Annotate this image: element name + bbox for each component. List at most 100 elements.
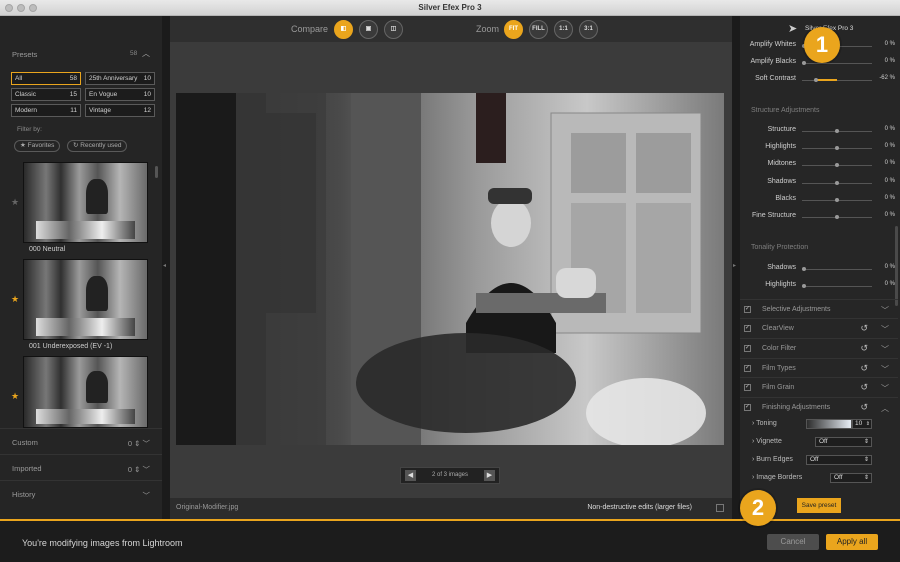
toning-value-field[interactable]: 10 ⇕ (852, 419, 872, 429)
blacks-slider[interactable]: Blacks 0 % (740, 193, 900, 207)
favorite-star-icon[interactable]: ★ (11, 391, 19, 402)
structure-header: Structure Adjustments (751, 107, 820, 114)
tonality-shadows-slider[interactable]: Shadows 0 % (740, 262, 900, 276)
left-panel-divider[interactable]: ◂ (162, 16, 170, 519)
collapse-presets-icon[interactable]: ︿ (142, 48, 150, 59)
highlights-structure-slider[interactable]: Highlights 0 % (740, 141, 900, 155)
slider-knob[interactable] (835, 198, 839, 202)
color-filter-section[interactable]: ✓ Color Filter ↺ ﹀ (740, 338, 898, 357)
zoom-3-1-button[interactable]: 3:1 (579, 20, 598, 39)
tonality-header: Tonality Protection (751, 244, 809, 251)
slider-knob[interactable] (835, 215, 839, 219)
star-icon: ★ (20, 142, 28, 149)
imported-section[interactable]: Imported 0 ⇕ ﹀ (0, 454, 162, 480)
cancel-button[interactable]: Cancel (767, 534, 819, 550)
slider-knob[interactable] (802, 284, 806, 288)
zoom-fit-button[interactable]: FIT (504, 20, 523, 39)
reset-icon[interactable]: ↺ (860, 323, 868, 334)
presets-scrollbar[interactable] (155, 166, 158, 178)
chevron-down-icon: ﹀ (142, 491, 151, 500)
enable-checkbox[interactable]: ✓ (744, 404, 751, 411)
compare-side-by-side-button[interactable]: ▣ (359, 20, 378, 39)
preset-thumbnail-underexposed[interactable] (23, 259, 148, 340)
tonality-highlights-slider[interactable]: Highlights 0 % (740, 279, 900, 293)
custom-section[interactable]: Custom 0 ⇕ ﹀ (0, 428, 162, 454)
zoom-1-1-button[interactable]: 1:1 (554, 20, 573, 39)
title-bar: Silver Efex Pro 3 (0, 0, 900, 16)
reset-icon[interactable]: ↺ (860, 402, 868, 413)
reset-icon[interactable]: ↺ (860, 382, 868, 393)
filter-recently-used[interactable]: ↻ Recently used (67, 140, 128, 152)
slider-fill (816, 79, 837, 81)
right-panel-divider[interactable]: ▸ (732, 16, 740, 519)
zoom-fill-button[interactable]: FILL (529, 20, 548, 39)
reset-icon[interactable]: ↺ (860, 363, 868, 374)
slider-knob[interactable] (835, 146, 839, 150)
presets-panel: Presets 58 ︿ All 58 25th Anniversary 10 Cl… (0, 16, 162, 519)
vignette-dropdown[interactable]: Off ⇕ (815, 437, 872, 447)
nondestructive-checkbox[interactable] (716, 504, 724, 512)
chevron-down-icon[interactable]: ﹀ (881, 344, 889, 355)
slider-knob[interactable] (835, 163, 839, 167)
category-classic[interactable]: Classic 15 (11, 88, 81, 101)
slider-knob[interactable] (835, 181, 839, 185)
chevron-up-icon[interactable]: ︿ (881, 403, 889, 414)
save-preset-button[interactable]: Save preset (797, 498, 841, 513)
dropdown-arrows-icon: ⇕ (863, 439, 869, 445)
chevron-down-icon: ⇕ ﹀ (134, 439, 150, 448)
filter-favorites[interactable]: ★ Favorites (14, 140, 61, 152)
clearview-section[interactable]: ✓ ClearView ↺ ﹀ (740, 318, 898, 337)
favorite-star-icon[interactable]: ★ (11, 294, 19, 305)
adjustments-scrollbar[interactable] (895, 226, 898, 306)
preview-image[interactable] (176, 93, 724, 445)
toning-gradient[interactable] (806, 419, 852, 429)
toning-row[interactable]: › Toning (752, 420, 777, 427)
previous-image-button[interactable]: ◀ (405, 470, 416, 481)
dropdown-arrows-icon: ⇕ (863, 457, 869, 463)
collapse-left-panel-icon[interactable]: ◂ (163, 262, 166, 269)
burn-edges-row[interactable]: › Burn Edges (752, 456, 793, 463)
enable-checkbox[interactable]: ✓ (744, 306, 751, 313)
category-modern[interactable]: Modern 11 (11, 104, 81, 117)
chevron-down-icon[interactable]: ﹀ (881, 305, 889, 316)
selective-adjustments-section[interactable]: ✓ Selective Adjustments ﹀ (740, 299, 898, 318)
preset-thumbnail[interactable] (23, 356, 148, 428)
collapse-right-panel-icon[interactable]: ▸ (733, 262, 736, 269)
film-grain-section[interactable]: ✓ Film Grain ↺ ﹀ (740, 377, 898, 396)
compare-original-button[interactable]: ◫ (384, 20, 403, 39)
category-vintage[interactable]: Vintage 12 (85, 104, 155, 117)
chevron-down-icon[interactable]: ﹀ (881, 364, 889, 375)
slider-knob[interactable] (802, 267, 806, 271)
chevron-down-icon[interactable]: ﹀ (881, 383, 889, 394)
film-types-section[interactable]: ✓ Film Types ↺ ﹀ (740, 358, 898, 377)
burn-edges-dropdown[interactable]: Off ⇕ (806, 455, 872, 465)
slider-knob[interactable] (802, 61, 806, 65)
enable-checkbox[interactable]: ✓ (744, 325, 751, 332)
structure-slider[interactable]: Structure 0 % (740, 124, 900, 138)
category-en-vogue[interactable]: En Vogue 10 (85, 88, 155, 101)
image-borders-row[interactable]: › Image Borders (752, 474, 802, 481)
slider-knob[interactable] (814, 78, 818, 82)
stepper-icon[interactable]: ⇕ (866, 420, 870, 428)
soft-contrast-slider[interactable]: Soft Contrast -62 % (740, 73, 900, 87)
slider-knob[interactable] (835, 129, 839, 133)
preset-thumbnail-neutral[interactable] (23, 162, 148, 243)
next-image-button[interactable]: ▶ (484, 470, 495, 481)
category-all[interactable]: All 58 (11, 72, 81, 85)
enable-checkbox[interactable]: ✓ (744, 365, 751, 372)
compare-split-button[interactable]: ◧ (334, 20, 353, 39)
midtones-slider[interactable]: Midtones 0 % (740, 158, 900, 172)
favorite-star-icon[interactable]: ★ (11, 197, 19, 208)
history-section[interactable]: History ﹀ (0, 480, 162, 506)
image-borders-dropdown[interactable]: Off ⇕ (830, 473, 872, 483)
apply-all-button[interactable]: Apply all (826, 534, 878, 550)
shadows-structure-slider[interactable]: Shadows 0 % (740, 176, 900, 190)
enable-checkbox[interactable]: ✓ (744, 345, 751, 352)
fine-structure-slider[interactable]: Fine Structure 0 % (740, 210, 900, 224)
enable-checkbox[interactable]: ✓ (744, 384, 751, 391)
finishing-adjustments-section[interactable]: ✓ Finishing Adjustments ↺ ︿ (740, 397, 898, 416)
chevron-down-icon[interactable]: ﹀ (881, 324, 889, 335)
vignette-row[interactable]: › Vignette (752, 438, 782, 445)
category-25th-anniversary[interactable]: 25th Anniversary 10 (85, 72, 155, 85)
reset-icon[interactable]: ↺ (860, 343, 868, 354)
